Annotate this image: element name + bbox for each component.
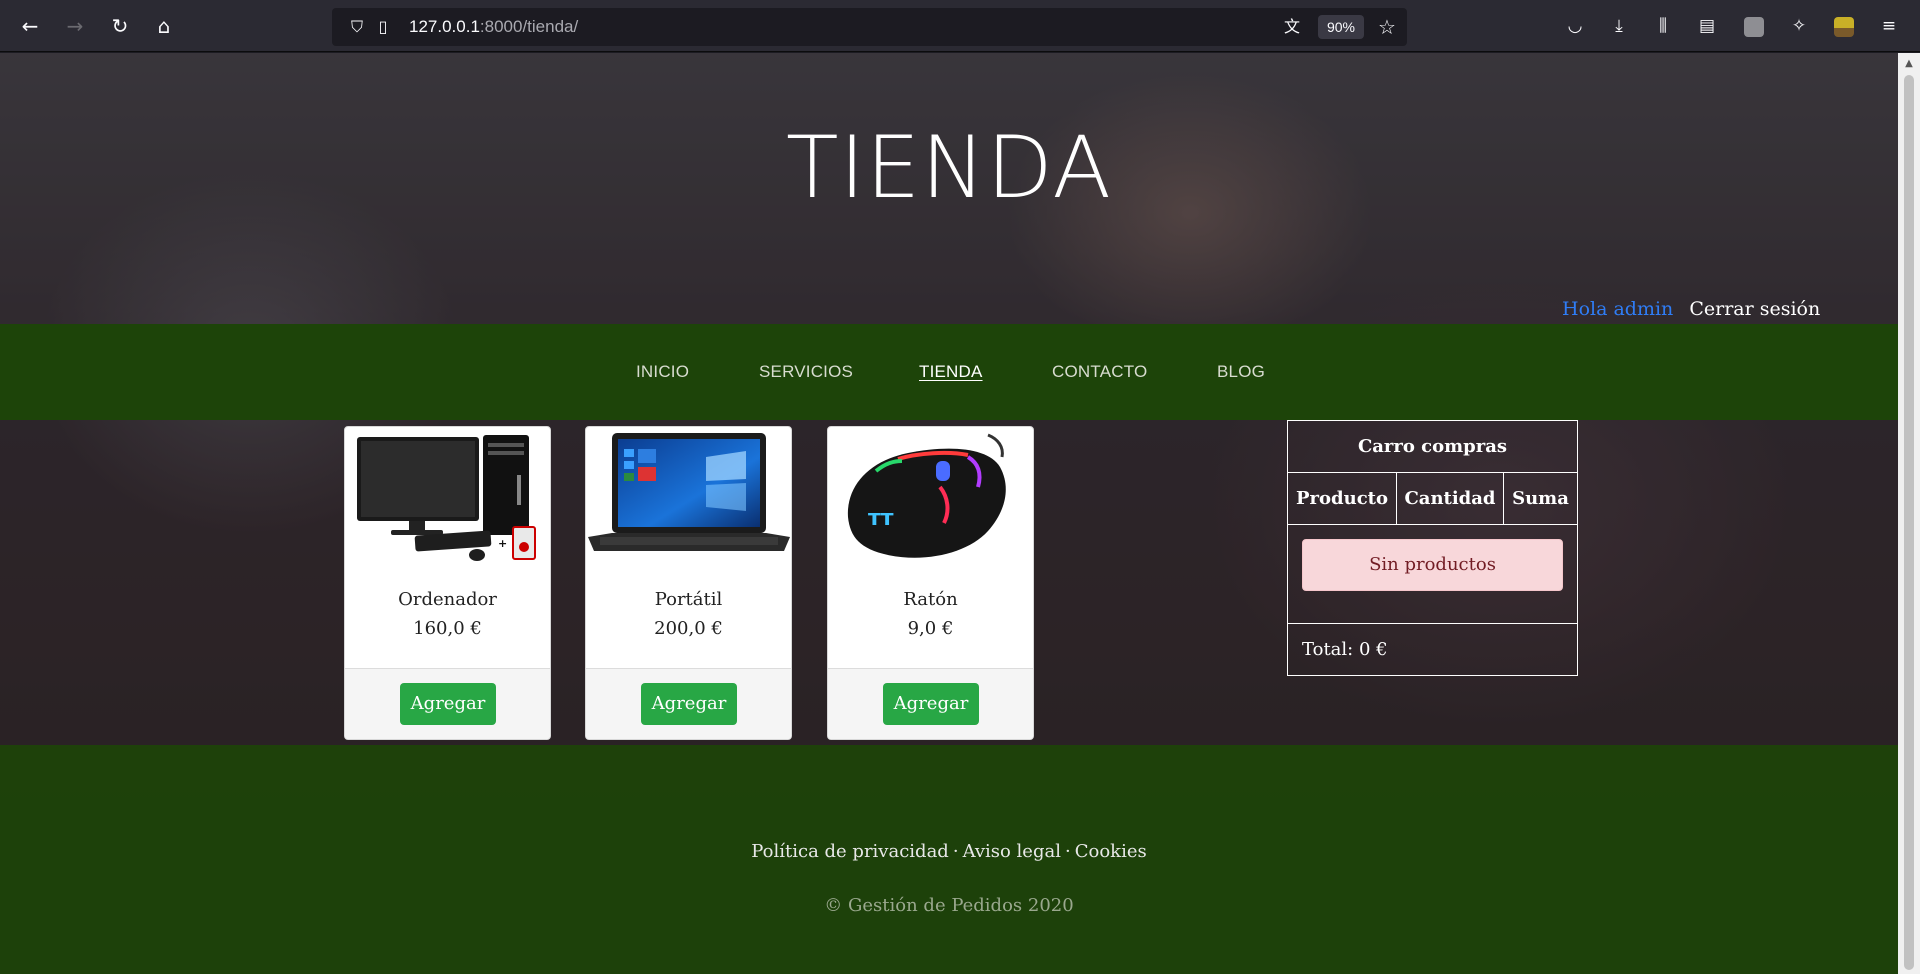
main-nav: INICIO SERVICIOS TIENDA CONTACTO BLOG <box>0 324 1898 420</box>
scroll-thumb[interactable] <box>1904 75 1914 970</box>
page-title: TIENDA <box>785 118 1113 218</box>
footer-links: Política de privacidad · Aviso legal · Cooki… <box>0 841 1898 862</box>
svg-text:ᴛᴛ: ᴛᴛ <box>868 506 894 531</box>
pocket-icon[interactable]: ◡ <box>1561 12 1589 40</box>
legal-notice-link[interactable]: Aviso legal <box>963 841 1061 862</box>
profile-icon[interactable] <box>1834 17 1854 37</box>
footer-separator: · <box>952 841 959 862</box>
cart-header-row: Producto Cantidad Suma <box>1288 473 1577 525</box>
cart-title: Carro compras <box>1288 421 1577 473</box>
reload-icon[interactable]: ↻ <box>106 12 134 40</box>
home-icon[interactable]: ⌂ <box>150 12 178 40</box>
user-greeting: Hola admin Cerrar sesión <box>1562 298 1820 320</box>
nav-item-blog[interactable]: BLOG <box>1217 362 1265 382</box>
cart-col-suma: Suma <box>1503 473 1577 525</box>
cart-col-cantidad: Cantidad <box>1396 473 1503 525</box>
cart-col-producto: Producto <box>1296 488 1388 509</box>
product-price: 160,0 € <box>413 618 482 639</box>
footer-separator: · <box>1064 841 1071 862</box>
shopping-cart: Carro compras Producto Cantidad Suma Sin… <box>1287 420 1578 676</box>
back-icon[interactable]: ← <box>16 12 44 40</box>
nav-item-tienda[interactable]: TIENDA <box>919 362 983 382</box>
extension-icon[interactable] <box>1744 17 1764 37</box>
add-to-cart-button[interactable]: Agregar <box>400 683 496 725</box>
url-path: :8000/tienda/ <box>479 17 579 36</box>
nav-item-inicio[interactable]: INICIO <box>636 362 689 382</box>
product-card: ᴛᴛ Ratón 9,0 € Agregar <box>827 426 1034 740</box>
cookies-link[interactable]: Cookies <box>1075 841 1147 862</box>
card-footer: Agregar <box>586 668 791 739</box>
product-price: 9,0 € <box>907 618 954 639</box>
laptop-image <box>588 433 790 551</box>
browser-toolbar: ← → ↻ ⌂ ⛉ ▯ 127.0.0.1:8000/tienda/ 文 90%… <box>0 0 1920 52</box>
site-footer: Política de privacidad · Aviso legal · Cooki… <box>0 745 1898 974</box>
url-host: 127.0.0.1 <box>409 17 480 36</box>
product-card: Portátil 200,0 € Agregar <box>585 426 792 740</box>
library-icon[interactable]: ⫼ <box>1649 12 1677 40</box>
scroll-up-icon[interactable]: ▲ <box>1902 57 1916 71</box>
url-text[interactable]: 127.0.0.1:8000/tienda/ <box>409 17 578 37</box>
logout-link[interactable]: Cerrar sesión <box>1689 298 1820 320</box>
card-footer: Agregar <box>828 668 1033 739</box>
product-price: 200,0 € <box>654 618 723 639</box>
shield-icon[interactable]: ⛉ <box>346 16 368 38</box>
vertical-scrollbar[interactable]: ▲ <box>1898 53 1920 974</box>
product-name: Ordenador <box>398 589 497 610</box>
zoom-level[interactable]: 90% <box>1318 15 1364 39</box>
greeting-link[interactable]: Hola admin <box>1562 298 1673 320</box>
privacy-link[interactable]: Política de privacidad <box>751 841 949 862</box>
nav-item-servicios[interactable]: SERVICIOS <box>759 362 853 382</box>
product-card: + Ordenador 160,0 € Agregar <box>344 426 551 740</box>
menu-icon[interactable]: ≡ <box>1875 12 1903 40</box>
add-to-cart-button[interactable]: Agregar <box>883 683 979 725</box>
add-to-cart-button[interactable]: Agregar <box>641 683 737 725</box>
bookmark-star-icon[interactable]: ☆ <box>1374 14 1400 40</box>
copyright: © Gestión de Pedidos 2020 <box>824 895 1074 916</box>
page-icon[interactable]: ▯ <box>372 16 394 38</box>
translate-icon[interactable]: 文 <box>1280 15 1304 39</box>
sidebar-icon[interactable]: ▤ <box>1693 12 1721 40</box>
desktop-computer-image: + <box>357 435 536 561</box>
gaming-mouse-image: ᴛᴛ <box>847 433 1006 558</box>
download-icon[interactable]: ⤓ <box>1605 12 1633 40</box>
svg-text:+: + <box>498 537 507 550</box>
puzzle-icon[interactable]: ✧ <box>1785 12 1813 40</box>
url-bar[interactable]: ⛉ ▯ 127.0.0.1:8000/tienda/ 文 90% ☆ <box>332 8 1407 46</box>
cart-total: Total: 0 € <box>1288 623 1577 675</box>
card-footer: Agregar <box>345 668 550 739</box>
cart-empty-alert: Sin productos <box>1302 539 1563 591</box>
product-name: Ratón <box>903 589 958 610</box>
product-name: Portátil <box>654 589 723 610</box>
forward-icon[interactable]: → <box>61 12 89 40</box>
nav-item-contacto[interactable]: CONTACTO <box>1052 362 1147 382</box>
